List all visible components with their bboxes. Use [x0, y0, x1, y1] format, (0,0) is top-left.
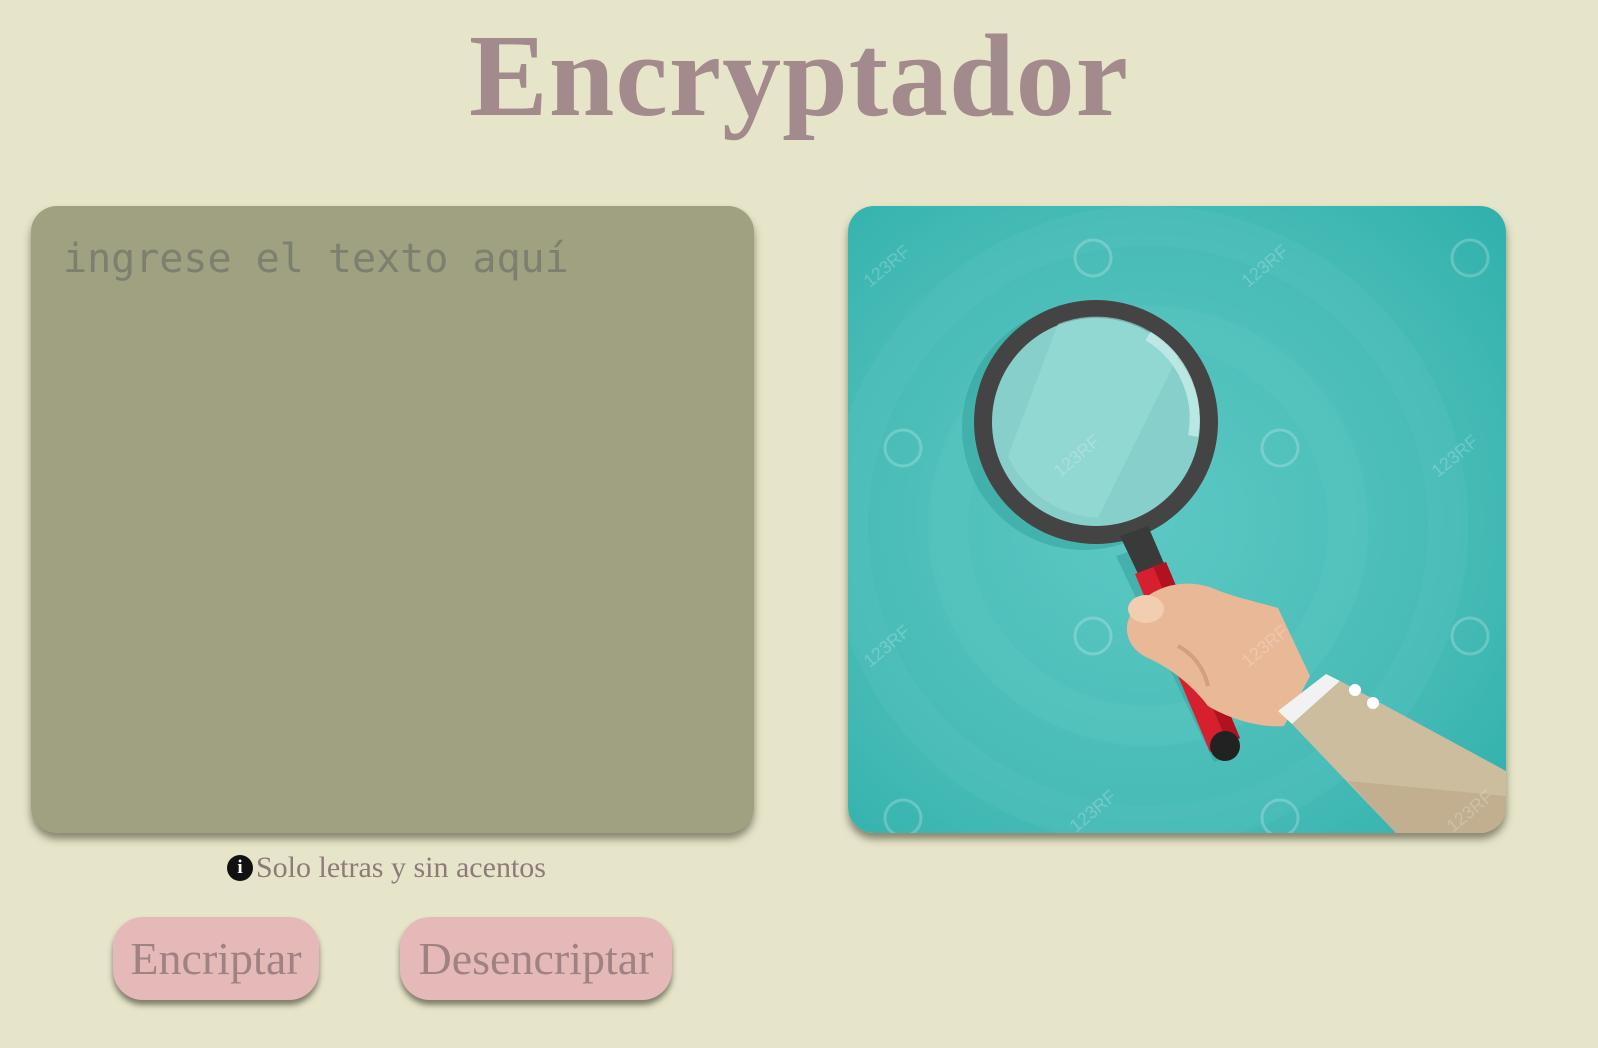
magnifying-glass-illustration: 123RF 123RF 123RF 123RF 123RF 123RF 123R… — [848, 206, 1506, 833]
info-icon: i — [227, 855, 253, 881]
decrypt-button[interactable]: Desencriptar — [400, 917, 672, 1000]
input-hint: i Solo letras y sin acentos — [227, 848, 546, 888]
page-title: Encryptador — [469, 10, 1129, 141]
encrypt-button[interactable]: Encriptar — [113, 917, 319, 1000]
text-input[interactable] — [31, 206, 754, 833]
hint-text: Solo letras y sin acentos — [256, 851, 546, 884]
illustration-panel: 123RF 123RF 123RF 123RF 123RF 123RF 123R… — [848, 206, 1506, 833]
